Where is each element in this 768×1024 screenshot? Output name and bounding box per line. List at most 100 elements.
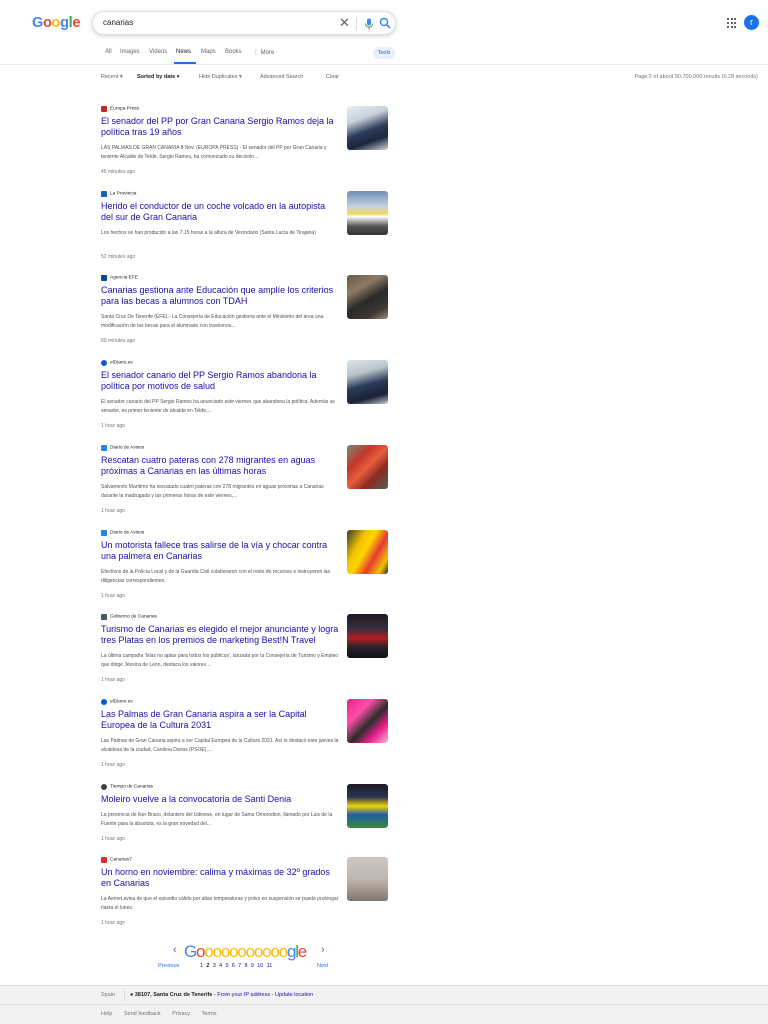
- page-number-link[interactable]: 3: [213, 963, 216, 969]
- result-thumbnail[interactable]: [347, 699, 388, 743]
- recent-dropdown[interactable]: Recent ▾: [101, 74, 123, 80]
- pagination-logo: Gooooooooooogle: [184, 942, 307, 962]
- page-number-link[interactable]: 10: [257, 963, 263, 969]
- page-number-link[interactable]: 7: [238, 963, 241, 969]
- result-snippet: Efectivos de la Policía Local y de la Gu…: [101, 569, 331, 584]
- pager-logo-letter: o: [212, 942, 223, 961]
- result-time: 1 hour ago: [101, 677, 125, 683]
- result-title-link[interactable]: Rescatan cuatro pateras con 278 migrante…: [101, 455, 339, 477]
- clear-link[interactable]: Clear: [326, 74, 339, 80]
- result-title-link[interactable]: El senador canario del PP Sergio Ramos a…: [101, 370, 339, 392]
- result-thumbnail[interactable]: [347, 784, 388, 828]
- sort-dropdown[interactable]: Sorted by date ▾: [137, 74, 180, 80]
- location-dot-icon: ●: [130, 992, 134, 998]
- result-title-link[interactable]: Moleiro vuelve a la convocatoria de Sant…: [101, 794, 339, 805]
- page-number-link[interactable]: 6: [232, 963, 235, 969]
- publisher-favicon-icon: [101, 191, 107, 197]
- previous-page-link[interactable]: Previous: [158, 963, 179, 969]
- publisher-favicon-icon: [101, 360, 107, 366]
- tools-button[interactable]: Tools: [373, 47, 395, 59]
- search-input[interactable]: canarias: [103, 18, 133, 27]
- result-title-link[interactable]: Herido el conductor de un coche volcado …: [101, 201, 339, 223]
- result-thumbnail[interactable]: [347, 191, 388, 235]
- tab-all[interactable]: All: [105, 49, 112, 55]
- result-thumbnail[interactable]: [347, 445, 388, 489]
- publisher-favicon-icon: [101, 530, 107, 536]
- result-time: 45 minutes ago: [101, 169, 136, 175]
- news-result: Gobierno de Canarias Turismo de Canarias…: [101, 614, 391, 694]
- tab-news[interactable]: News: [176, 49, 191, 55]
- result-title-link[interactable]: Turismo de Canarias es elegido el mejor …: [101, 624, 339, 646]
- page-number-link[interactable]: 1: [200, 963, 203, 969]
- search-box[interactable]: canarias ✕: [92, 11, 396, 35]
- terms-link[interactable]: Terms: [202, 1011, 217, 1017]
- apps-grid-icon[interactable]: [727, 18, 737, 28]
- help-link[interactable]: Help: [101, 1011, 112, 1017]
- advanced-search-link[interactable]: Advanced Search: [260, 74, 303, 80]
- result-time: 1 hour ago: [101, 836, 125, 842]
- microphone-icon[interactable]: [364, 18, 374, 30]
- clear-icon[interactable]: ✕: [339, 15, 350, 31]
- publisher-favicon-icon: [101, 106, 107, 112]
- google-logo[interactable]: Google: [32, 15, 80, 31]
- result-title-link[interactable]: Las Palmas de Gran Canaria aspira a ser …: [101, 709, 339, 731]
- result-snippet: El senador canario del PP Sergio Ramos h…: [101, 399, 335, 414]
- search-icon[interactable]: [379, 17, 391, 29]
- page-number-link[interactable]: 2: [206, 963, 209, 969]
- tab-maps[interactable]: Maps: [201, 49, 216, 55]
- result-title-link[interactable]: El senador del PP por Gran Canaria Sergi…: [101, 116, 339, 138]
- footer-divider: [124, 990, 125, 1001]
- result-thumbnail[interactable]: [347, 614, 388, 658]
- news-result: elDiario.es El senador canario del PP Se…: [101, 360, 391, 440]
- result-time: 1 hour ago: [101, 508, 125, 514]
- page-number-link[interactable]: 4: [219, 963, 222, 969]
- previous-arrow-icon[interactable]: ‹: [173, 944, 177, 956]
- update-location-link[interactable]: Update location: [275, 992, 313, 998]
- result-time: 1 hour ago: [101, 762, 125, 768]
- news-result: La Provincia Herido el conductor de un c…: [101, 191, 391, 271]
- page-number-link[interactable]: 8: [245, 963, 248, 969]
- page-number-link[interactable]: 11: [267, 963, 273, 969]
- publisher-favicon-icon: [101, 614, 107, 620]
- result-stats: Page 2 of about 50,700,000 results (0.28…: [634, 74, 758, 80]
- footer-country: Spain: [101, 992, 116, 998]
- result-time: 1 hour ago: [101, 423, 125, 429]
- logo-letter: e: [72, 15, 81, 31]
- result-thumbnail[interactable]: [347, 106, 388, 150]
- page-number-link[interactable]: 5: [225, 963, 228, 969]
- tab-more[interactable]: ⋮ More: [253, 49, 274, 56]
- result-source[interactable]: Diario de Avisos: [101, 445, 144, 453]
- result-source[interactable]: Canarias7: [101, 857, 132, 865]
- result-source[interactable]: Agencia EFE: [101, 275, 138, 283]
- send-feedback-link[interactable]: Send feedback: [124, 1011, 161, 1017]
- result-title-link[interactable]: Un horno en noviembre: calima y máximas …: [101, 867, 339, 889]
- page-number-link[interactable]: 9: [251, 963, 254, 969]
- privacy-link[interactable]: Privacy: [172, 1011, 190, 1017]
- result-source[interactable]: elDiario.es: [101, 360, 133, 368]
- publisher-favicon-icon: [101, 275, 107, 281]
- next-page-link[interactable]: Next: [317, 963, 328, 969]
- publisher-favicon-icon: [101, 699, 107, 705]
- result-source[interactable]: La Provincia: [101, 191, 136, 199]
- result-thumbnail[interactable]: [347, 275, 388, 319]
- result-source[interactable]: Diario de Avisos: [101, 530, 144, 538]
- tab-books[interactable]: Books: [225, 49, 242, 55]
- avatar[interactable]: r: [744, 15, 759, 30]
- result-source[interactable]: Europa Press: [101, 106, 139, 114]
- pager-logo-letter: g: [286, 942, 297, 961]
- tab-videos[interactable]: Videos: [149, 49, 167, 55]
- result-source[interactable]: Tiempo de Canarias: [101, 784, 153, 792]
- next-arrow-icon[interactable]: ›: [321, 944, 325, 956]
- tab-images[interactable]: Images: [120, 49, 140, 55]
- result-source[interactable]: elDiario.es: [101, 699, 133, 707]
- result-thumbnail[interactable]: [347, 857, 388, 901]
- pager-logo-letter: o: [237, 942, 247, 961]
- duplicates-dropdown[interactable]: Hide Duplicates ▾: [199, 74, 242, 80]
- result-source[interactable]: Gobierno de Canarias: [101, 614, 157, 622]
- result-title-link[interactable]: Un motorista fallece tras salirse de la …: [101, 540, 339, 562]
- result-thumbnail[interactable]: [347, 530, 388, 574]
- result-title-link[interactable]: Canarias gestiona ante Educación que amp…: [101, 285, 339, 307]
- news-result: Diario de Avisos Un motorista fallece tr…: [101, 530, 391, 610]
- result-thumbnail[interactable]: [347, 360, 388, 404]
- ip-address-link[interactable]: From your IP address: [217, 992, 270, 998]
